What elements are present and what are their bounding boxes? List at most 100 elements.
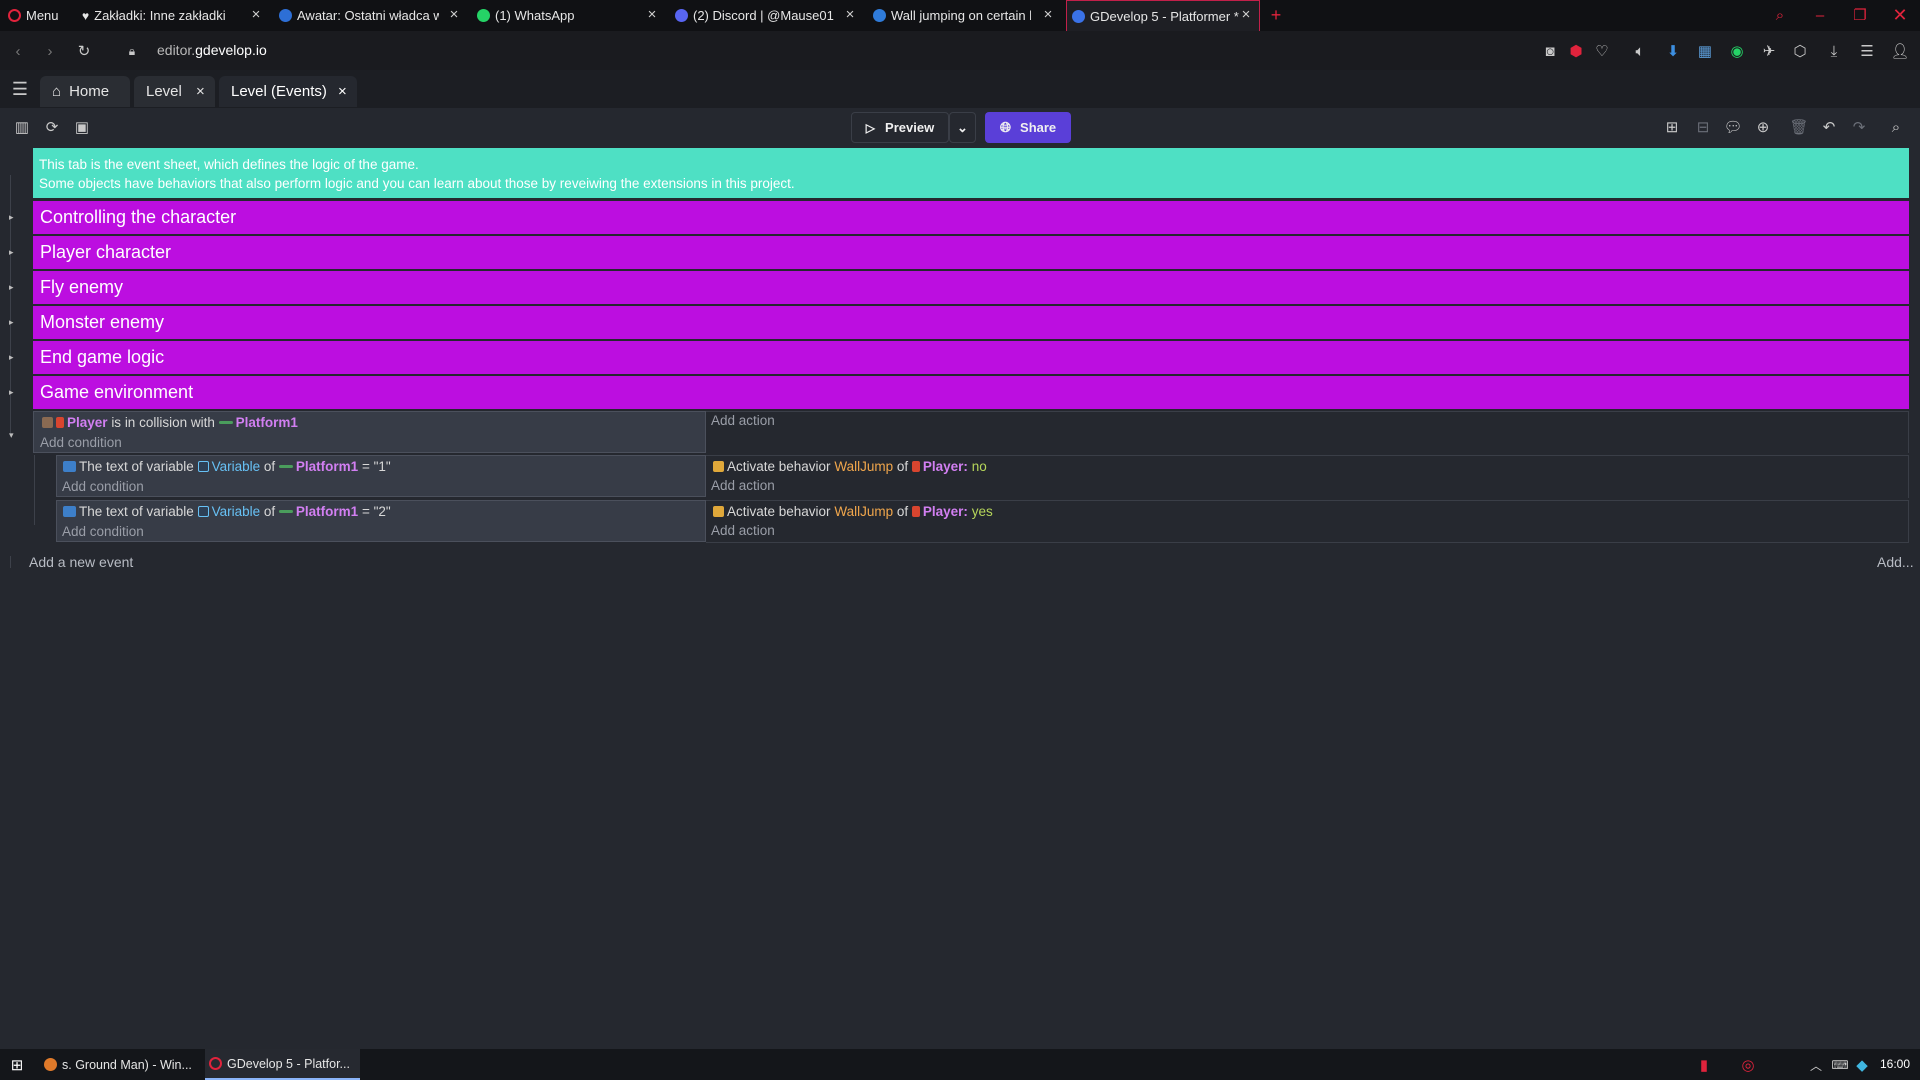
tray-app-icon[interactable]: ◆ bbox=[1852, 1055, 1872, 1075]
windows-taskbar: ⊞ s. Ground Man) - Win... GDevelop 5 - P… bbox=[0, 1049, 1920, 1080]
taskbar-item-opera[interactable]: GDevelop 5 - Platfor... bbox=[205, 1049, 360, 1080]
add-comment-icon[interactable]: 💬︎ bbox=[1723, 117, 1743, 137]
tray-app-icon[interactable]: ▮ bbox=[1694, 1055, 1714, 1075]
tab-level[interactable]: Level × bbox=[134, 76, 215, 107]
expand-arrow-icon[interactable]: ▸ bbox=[9, 212, 17, 222]
tab-level-events[interactable]: Level (Events) × bbox=[219, 76, 357, 107]
condition-variable-text[interactable]: The text of variable Variable of Platfor… bbox=[63, 504, 391, 519]
expand-arrow-icon[interactable]: ▸ bbox=[9, 317, 17, 327]
tray-chevron-up-icon[interactable]: ︿ bbox=[1806, 1055, 1826, 1075]
adblock-icon[interactable]: ⬢ bbox=[1566, 41, 1586, 61]
reload-icon[interactable]: ↻ bbox=[74, 41, 94, 61]
browser-tab-gdevelop[interactable]: GDevelop 5 - Platformer * bbox=[1066, 0, 1260, 31]
minimize-icon[interactable]: – bbox=[1810, 5, 1830, 25]
add-condition-link[interactable]: Add condition bbox=[40, 435, 122, 450]
whatsapp-extension-icon[interactable]: ◉ bbox=[1727, 41, 1747, 61]
opera-menu-button[interactable]: Menu bbox=[8, 0, 66, 31]
search-tabs-icon[interactable]: ⌕ bbox=[1770, 5, 1790, 25]
camera-icon[interactable]: ◙ bbox=[1540, 41, 1560, 61]
collapse-arrow-icon[interactable]: ▾ bbox=[9, 430, 17, 440]
add-more-link[interactable]: Add... bbox=[1877, 554, 1914, 570]
close-tab-icon[interactable]: × bbox=[446, 7, 462, 23]
browser-tab-avatar[interactable]: Awatar: Ostatni władca wiatru bbox=[279, 0, 439, 31]
undo-icon[interactable]: ↶ bbox=[1819, 117, 1839, 137]
event-actions[interactable]: Add action bbox=[706, 411, 1909, 453]
group-player-character[interactable]: Player character bbox=[33, 236, 1909, 269]
group-monster-enemy[interactable]: Monster enemy bbox=[33, 306, 1909, 339]
panels-icon[interactable]: ▥ bbox=[12, 117, 32, 137]
condition-collision[interactable]: Player is in collision with Platform1 bbox=[42, 415, 298, 430]
editor-tab-bar: ☰ ⌂ Home Level × Level (Events) × bbox=[0, 70, 1920, 108]
add-action-link[interactable]: Add action bbox=[711, 478, 775, 493]
event-conditions[interactable]: Player is in collision with Platform1 Ad… bbox=[33, 411, 706, 453]
speaker-icon[interactable]: 🔈︎ bbox=[1630, 41, 1650, 61]
group-end-game-logic[interactable]: End game logic bbox=[33, 341, 1909, 374]
profile-icon[interactable]: 👤︎ bbox=[1890, 41, 1910, 61]
group-fly-enemy[interactable]: Fly enemy bbox=[33, 271, 1909, 304]
redo-icon[interactable]: ↷ bbox=[1849, 117, 1869, 137]
network-icon[interactable]: ⌨ bbox=[1830, 1055, 1850, 1075]
condition-variable-text[interactable]: The text of variable Variable of Platfor… bbox=[63, 459, 391, 474]
extension-icon[interactable]: ▦ bbox=[1695, 41, 1715, 61]
preview-options-button[interactable]: ⌄ bbox=[949, 112, 976, 143]
delete-icon[interactable]: 🗑︎ bbox=[1789, 117, 1809, 137]
add-subevent-icon[interactable]: ⊟ bbox=[1693, 117, 1713, 137]
add-condition-link[interactable]: Add condition bbox=[62, 524, 144, 539]
player-icon bbox=[56, 417, 64, 428]
action-activate-behavior[interactable]: Activate behavior WallJump of Player: no bbox=[713, 459, 987, 474]
expand-arrow-icon[interactable]: ▸ bbox=[9, 247, 17, 257]
add-condition-link[interactable]: Add condition bbox=[62, 479, 144, 494]
expand-arrow-icon[interactable]: ▸ bbox=[9, 282, 17, 292]
forward-icon[interactable]: › bbox=[40, 41, 60, 61]
add-new-event-link[interactable]: Add a new event bbox=[29, 554, 133, 570]
action-activate-behavior[interactable]: Activate behavior WallJump of Player: ye… bbox=[713, 504, 993, 519]
opera-gx-icon[interactable]: ◎ bbox=[1738, 1055, 1758, 1075]
downloads-icon[interactable]: ⤓ bbox=[1824, 41, 1844, 61]
home-icon: ⌂ bbox=[52, 83, 62, 100]
browser-tab-bookmarks[interactable]: ♥ Zakładki: Inne zakładki bbox=[82, 0, 252, 31]
group-controlling-the-character[interactable]: Controlling the character bbox=[33, 201, 1909, 234]
subevent-1-conditions[interactable]: The text of variable Variable of Platfor… bbox=[56, 455, 706, 497]
taskbar-item-explorer[interactable]: s. Ground Man) - Win... bbox=[40, 1049, 200, 1080]
add-event-icon[interactable]: ⊞ bbox=[1662, 117, 1682, 137]
group-game-environment[interactable]: Game environment bbox=[33, 376, 1909, 409]
close-icon[interactable]: × bbox=[338, 83, 347, 100]
add-action-link[interactable]: Add action bbox=[711, 523, 775, 538]
hamburger-menu-icon[interactable]: ☰ bbox=[10, 79, 30, 99]
tab-home[interactable]: ⌂ Home bbox=[40, 76, 130, 107]
close-tab-icon[interactable]: × bbox=[644, 7, 660, 23]
refresh-scene-icon[interactable]: ⟳ bbox=[42, 117, 62, 137]
close-window-icon[interactable]: ✕ bbox=[1890, 5, 1910, 25]
heart-icon[interactable]: ♡ bbox=[1592, 41, 1612, 61]
cube-icon[interactable]: ⬡ bbox=[1790, 41, 1810, 61]
restore-icon[interactable]: ❐ bbox=[1850, 5, 1870, 25]
subevent-1-actions[interactable]: Activate behavior WallJump of Player: no… bbox=[706, 455, 1909, 498]
lock-icon: 🔒︎ bbox=[128, 43, 136, 58]
subevent-2-conditions[interactable]: The text of variable Variable of Platfor… bbox=[56, 500, 706, 542]
close-icon[interactable]: × bbox=[196, 83, 205, 100]
browser-tab-whatsapp[interactable]: (1) WhatsApp bbox=[477, 0, 637, 31]
comment-event[interactable]: This tab is the event sheet, which defin… bbox=[33, 148, 1909, 198]
share-button[interactable]: 🌐︎ Share bbox=[985, 112, 1071, 143]
add-other-icon[interactable]: ⊕ bbox=[1753, 117, 1773, 137]
expand-arrow-icon[interactable]: ▸ bbox=[9, 352, 17, 362]
easy-setup-icon[interactable]: ☰ bbox=[1857, 41, 1877, 61]
back-icon[interactable]: ‹ bbox=[8, 41, 28, 61]
add-action-link[interactable]: Add action bbox=[711, 413, 775, 428]
url-field[interactable]: editor.gdevelop.io bbox=[157, 42, 267, 58]
close-tab-icon[interactable]: × bbox=[248, 7, 264, 23]
browser-tab-discord[interactable]: (2) Discord | @Mause01 bbox=[675, 0, 835, 31]
close-tab-icon[interactable]: × bbox=[1238, 7, 1254, 23]
close-tab-icon[interactable]: × bbox=[842, 7, 858, 23]
extension-icon[interactable]: ✈ bbox=[1759, 41, 1779, 61]
windows-start-icon[interactable]: ⊞ bbox=[7, 1055, 27, 1075]
save-icon[interactable]: ▣ bbox=[72, 117, 92, 137]
preview-button[interactable]: ▷ Preview bbox=[851, 112, 949, 143]
new-tab-button[interactable]: + bbox=[1268, 6, 1284, 24]
browser-tab-forum[interactable]: Wall jumping on certain blocks bbox=[873, 0, 1033, 31]
subevent-2-actions[interactable]: Activate behavior WallJump of Player: ye… bbox=[706, 500, 1909, 543]
close-tab-icon[interactable]: × bbox=[1040, 7, 1056, 23]
expand-arrow-icon[interactable]: ▸ bbox=[9, 387, 17, 397]
search-icon[interactable]: ⌕ bbox=[1886, 117, 1906, 137]
download-extension-icon[interactable]: ⬇ bbox=[1663, 41, 1683, 61]
